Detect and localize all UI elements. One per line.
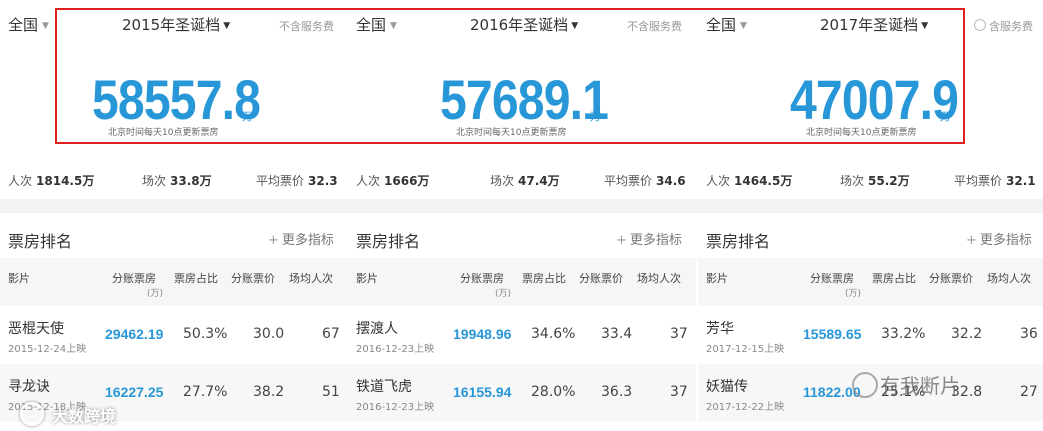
- film-box: 19948.96: [453, 326, 512, 342]
- film-box: 29462.19: [105, 326, 164, 342]
- film-name: 铁道飞虎: [356, 379, 412, 395]
- film-price: 36.3: [601, 384, 633, 400]
- col-price[interactable]: 分账票价: [231, 270, 275, 286]
- release-date: 2016-12-23上映: [356, 402, 435, 413]
- film-share: 50.3%: [183, 326, 228, 342]
- film-price: 38.2: [253, 384, 285, 400]
- more-metrics-button[interactable]: + 更多指标: [616, 229, 682, 248]
- chevron-down-icon: ▼: [42, 20, 49, 31]
- film-per-show: 51: [322, 384, 340, 400]
- release-date: 2017-12-22上映: [706, 402, 785, 413]
- col-price[interactable]: 分账票价: [579, 270, 623, 286]
- stat-avg-price: 平均票价 32.1: [954, 174, 1036, 188]
- film-name: 恶棍天使: [8, 321, 64, 337]
- film-per-show: 67: [322, 326, 340, 342]
- col-box-unit: (万): [845, 289, 862, 299]
- table-header: 影片 分账票房 (万) 票房占比 分账票价 场均人次: [348, 258, 696, 306]
- film-price: 32.2: [951, 326, 983, 342]
- highlight-box: [55, 8, 965, 144]
- plus-icon: +: [966, 233, 977, 248]
- col-box[interactable]: 分账票房: [112, 270, 156, 286]
- release-date: 2017-12-15上映: [706, 344, 785, 355]
- col-price[interactable]: 分账票价: [929, 270, 973, 286]
- film-per-show: 27: [1020, 384, 1038, 400]
- col-share[interactable]: 票房占比: [522, 270, 566, 286]
- region-label: 全国: [8, 16, 39, 34]
- plus-icon: +: [616, 233, 627, 248]
- wechat-icon: [852, 372, 878, 398]
- film-box: 15589.65: [803, 326, 862, 342]
- stat-shows: 场次 47.4万: [490, 174, 560, 188]
- release-date: 2016-12-23上映: [356, 344, 435, 355]
- col-box[interactable]: 分账票房: [460, 270, 504, 286]
- film-per-show: 37: [670, 326, 688, 342]
- stat-avg-price: 平均票价 34.6: [604, 174, 686, 188]
- col-per-show[interactable]: 场均人次: [987, 270, 1031, 286]
- film-per-show: 36: [1020, 326, 1038, 342]
- more-metrics-button[interactable]: + 更多指标: [966, 229, 1032, 248]
- col-share[interactable]: 票房占比: [174, 270, 218, 286]
- film-name: 芳华: [706, 321, 734, 337]
- film-per-show: 37: [670, 384, 688, 400]
- stat-avg-price: 平均票价 32.3: [256, 174, 338, 188]
- table-row[interactable]: 芳华 2017-12-15上映 15589.65 33.2% 32.2 36: [698, 306, 1043, 364]
- stat-shows: 场次 33.8万: [142, 174, 212, 188]
- fee-toggle[interactable]: 含服务费: [974, 18, 1033, 34]
- stat-shows: 场次 55.2万: [840, 174, 910, 188]
- table-header: 影片 分账票房 (万) 票房占比 分账票价 场均人次: [0, 258, 348, 306]
- film-share: 27.7%: [183, 384, 228, 400]
- film-box: 16227.25: [105, 384, 164, 400]
- table-row[interactable]: 铁道飞虎 2016-12-23上映 16155.94 28.0% 36.3 37: [348, 364, 696, 422]
- watermark-right: 有我断片: [880, 374, 960, 398]
- radio-icon: [974, 19, 986, 31]
- release-date: 2015-12-24上映: [8, 344, 87, 355]
- col-per-show[interactable]: 场均人次: [289, 270, 333, 286]
- stat-admissions: 人次 1814.5万: [8, 174, 95, 188]
- col-per-show[interactable]: 场均人次: [637, 270, 681, 286]
- film-name: 妖猫传: [706, 379, 748, 395]
- film-box: 16155.94: [453, 384, 512, 400]
- film-price: 30.0: [253, 326, 285, 342]
- col-box[interactable]: 分账票房: [810, 270, 854, 286]
- table-row[interactable]: 摆渡人 2016-12-23上映 19948.96 34.6% 33.4 37: [348, 306, 696, 364]
- film-price: 33.4: [601, 326, 633, 342]
- col-box-unit: (万): [147, 289, 164, 299]
- wechat-icon: [20, 402, 44, 426]
- stat-admissions: 人次 1464.5万: [706, 174, 793, 188]
- more-metrics-button[interactable]: + 更多指标: [268, 229, 334, 248]
- col-film: 影片: [8, 272, 30, 285]
- stat-admissions: 人次 1666万: [356, 174, 430, 188]
- table-row[interactable]: 恶棍天使 2015-12-24上映 29462.19 50.3% 30.0 67: [0, 306, 348, 364]
- col-film: 影片: [356, 272, 378, 285]
- ranking-title: 票房排名: [706, 232, 771, 251]
- table-header: 影片 分账票房 (万) 票房占比 分账票价 场均人次: [698, 258, 1043, 306]
- watermark-left: 大数跨境: [52, 407, 117, 426]
- col-box-unit: (万): [495, 289, 512, 299]
- ranking-title: 票房排名: [8, 232, 73, 251]
- region-select[interactable]: 全国 ▼: [8, 14, 49, 35]
- col-share[interactable]: 票房占比: [872, 270, 916, 286]
- plus-icon: +: [268, 233, 279, 248]
- col-film: 影片: [706, 272, 728, 285]
- film-name: 寻龙诀: [8, 379, 50, 395]
- film-share: 28.0%: [531, 384, 576, 400]
- fee-label: 含服务费: [989, 20, 1033, 33]
- film-name: 摆渡人: [356, 321, 398, 337]
- ranking-title: 票房排名: [356, 232, 421, 251]
- film-share: 33.2%: [881, 326, 926, 342]
- film-share: 34.6%: [531, 326, 576, 342]
